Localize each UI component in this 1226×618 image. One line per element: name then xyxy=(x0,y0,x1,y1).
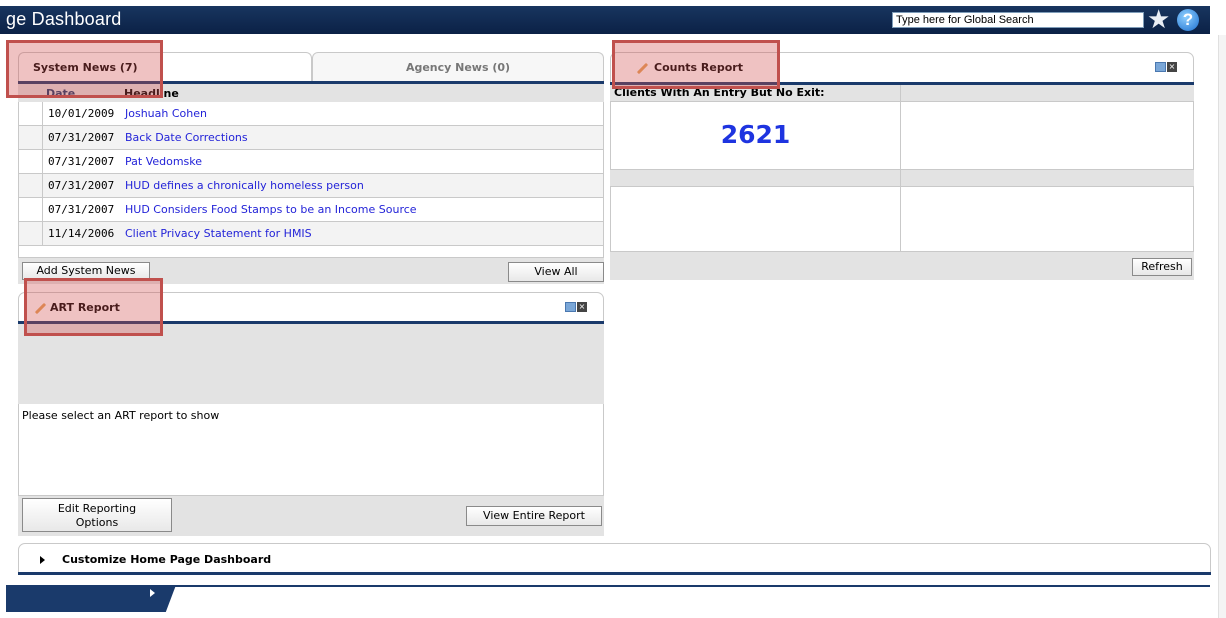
counts-cell xyxy=(900,101,1194,170)
row-gutter xyxy=(19,174,43,197)
expand-arrow-icon[interactable] xyxy=(40,556,45,564)
customize-rule xyxy=(18,572,1211,575)
close-icon[interactable]: × xyxy=(1167,62,1177,72)
panel-tools: × xyxy=(565,301,587,313)
footer-line xyxy=(160,585,1210,587)
view-all-button[interactable]: View All xyxy=(508,262,604,282)
news-headline-link[interactable]: Back Date Corrections xyxy=(125,131,248,144)
news-row: 07/31/2007 Pat Vedomske xyxy=(18,150,604,174)
panel-tools: × xyxy=(1155,61,1177,73)
window-icon[interactable] xyxy=(1155,62,1166,72)
window-icon[interactable] xyxy=(565,302,576,312)
page-title: ge Dashboard xyxy=(6,9,122,29)
button-label-line: Options xyxy=(75,516,119,529)
news-date: 11/14/2006 xyxy=(48,227,115,240)
row-gutter xyxy=(19,150,43,173)
news-table-body: 10/01/2009 Joshuah Cohen 07/31/2007 Back… xyxy=(18,102,604,246)
row-gutter xyxy=(19,102,43,125)
counts-cell xyxy=(610,186,901,252)
counts-value: 2621 xyxy=(720,120,791,149)
art-report-area xyxy=(18,324,604,404)
row-gutter xyxy=(19,126,43,149)
news-date: 07/31/2007 xyxy=(48,131,115,144)
news-row: 07/31/2007 HUD defines a chronically hom… xyxy=(18,174,604,198)
column-divider xyxy=(900,85,901,101)
news-headline-link[interactable]: HUD Considers Food Stamps to be an Incom… xyxy=(125,203,417,216)
column-divider xyxy=(900,170,901,186)
news-date: 07/31/2007 xyxy=(48,179,115,192)
row-gutter xyxy=(19,198,43,221)
global-search-input[interactable]: Type here for Global Search xyxy=(892,12,1144,28)
highlight-art-report xyxy=(24,278,163,336)
news-row: 10/01/2009 Joshuah Cohen xyxy=(18,102,604,126)
favorites-star-icon[interactable]: ★ xyxy=(1147,7,1173,33)
app-header: ge Dashboard Type here for Global Search… xyxy=(0,0,1226,35)
news-headline-link[interactable]: Joshuah Cohen xyxy=(125,107,207,120)
highlight-system-news xyxy=(6,40,163,98)
view-entire-report-button[interactable]: View Entire Report xyxy=(466,506,602,526)
tab-agency-news[interactable]: Agency News (0) xyxy=(312,52,604,82)
news-headline-link[interactable]: Pat Vedomske xyxy=(125,155,202,168)
news-row: 07/31/2007 Back Date Corrections xyxy=(18,126,604,150)
edit-reporting-options-button[interactable]: Edit Reporting Options xyxy=(22,498,172,532)
news-row: 07/31/2007 HUD Considers Food Stamps to … xyxy=(18,198,604,222)
vertical-scrollbar[interactable] xyxy=(1218,35,1226,618)
counts-mid-header xyxy=(610,170,1194,186)
news-table-spacer xyxy=(18,246,604,258)
button-label-line: Edit Reporting xyxy=(57,502,137,515)
footer-arrow-icon[interactable] xyxy=(150,589,155,597)
counts-footer xyxy=(610,252,1194,280)
news-row: 11/14/2006 Client Privacy Statement for … xyxy=(18,222,604,246)
highlight-counts-report xyxy=(612,40,780,89)
news-headline-link[interactable]: HUD defines a chronically homeless perso… xyxy=(125,179,364,192)
refresh-button[interactable]: Refresh xyxy=(1132,258,1192,276)
help-icon[interactable]: ? xyxy=(1177,9,1199,31)
close-icon[interactable]: × xyxy=(577,302,587,312)
news-date: 07/31/2007 xyxy=(48,203,115,216)
art-message: Please select an ART report to show xyxy=(22,409,220,422)
news-date: 10/01/2009 xyxy=(48,107,115,120)
customize-dashboard-label[interactable]: Customize Home Page Dashboard xyxy=(62,553,271,566)
counts-cell xyxy=(900,186,1194,252)
news-headline-link[interactable]: Client Privacy Statement for HMIS xyxy=(125,227,312,240)
news-date: 07/31/2007 xyxy=(48,155,115,168)
row-gutter xyxy=(19,222,43,245)
